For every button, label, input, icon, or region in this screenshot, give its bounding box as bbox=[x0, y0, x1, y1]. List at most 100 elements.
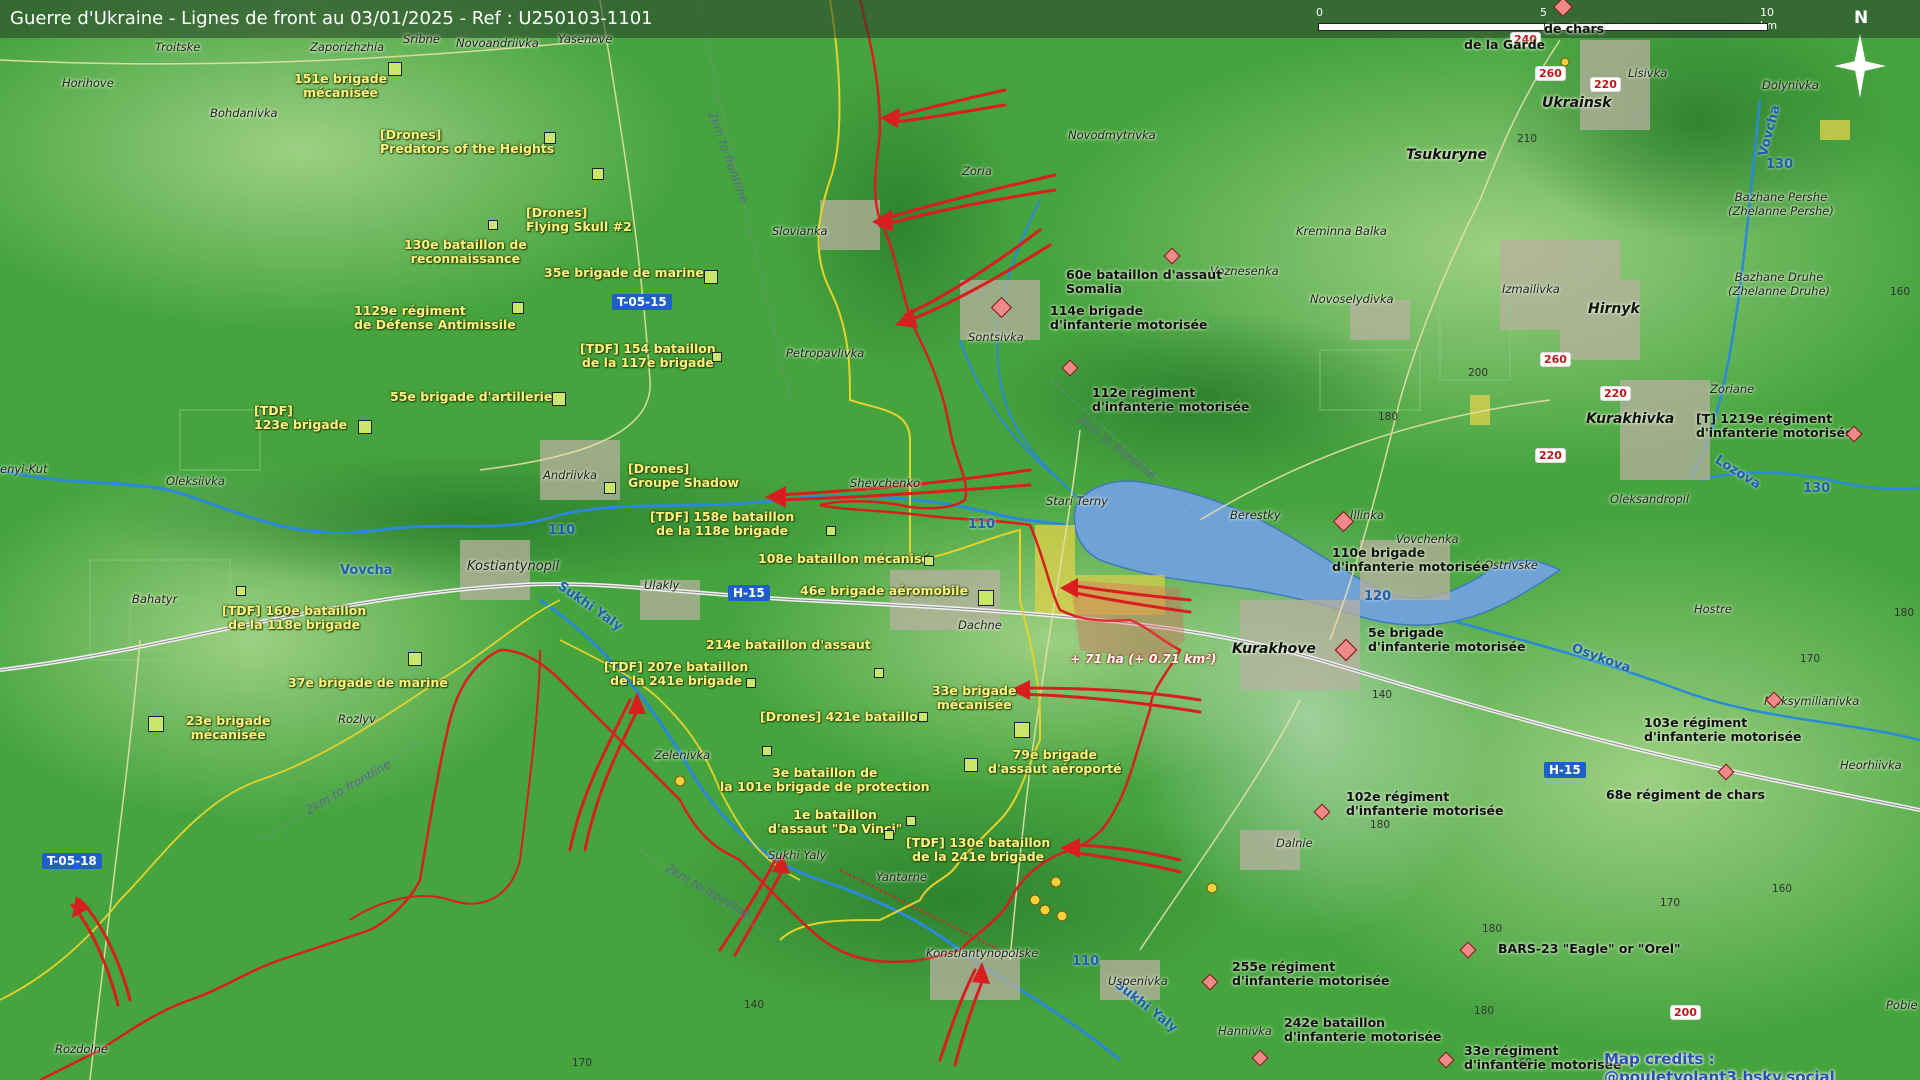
ua-unit-label: 55e brigade d'artillerie bbox=[390, 389, 553, 404]
elevation: 140 bbox=[1372, 689, 1393, 701]
town-label: Andriivka bbox=[543, 468, 598, 482]
town-label: Bazhane Pershe (Zhelanne Pershe) bbox=[1728, 190, 1834, 218]
town-label: Horihove bbox=[62, 76, 114, 90]
ua-unit-square-icon bbox=[712, 352, 722, 362]
elevation: 170 bbox=[572, 1057, 593, 1069]
town-label: Oleksiivka bbox=[166, 474, 225, 488]
ru-unit-label: 242e bataillon d'infanterie motorisée bbox=[1284, 1015, 1442, 1044]
ua-unit-label: 130e bataillon de reconnaissance bbox=[404, 237, 527, 266]
ua-unit-label: 1e bataillon d'assaut "Da Vinci" bbox=[768, 807, 903, 836]
ua-unit-label: 79e brigade d'assaut aéroporté bbox=[988, 747, 1122, 776]
ua-unit-square-icon bbox=[762, 746, 772, 756]
compass-north-label: N bbox=[1854, 8, 1869, 28]
town-label: Lisivka bbox=[1628, 66, 1668, 80]
ua-unit-label: [Drones] Flying Skull #2 bbox=[526, 205, 632, 234]
ru-unit-label: 103e régiment d'infanterie motorisée bbox=[1644, 715, 1802, 744]
ru-unit-label: BARS-23 "Eagle" or "Orel" bbox=[1498, 941, 1681, 956]
ru-unit-label: [T] 1219e régiment d'infanterie motorisé… bbox=[1696, 411, 1854, 440]
town-label: Shevchenko bbox=[850, 476, 921, 490]
town-label: Zaporizhzhia bbox=[310, 40, 385, 54]
road-label-t0518: T-05-18 bbox=[42, 853, 102, 869]
road-number: 220 bbox=[1600, 386, 1631, 401]
scale-bar: 0 5 10 km bbox=[1316, 6, 1777, 36]
town-label: Vovchenka bbox=[1396, 532, 1459, 546]
ua-unit-label: [TDF] 154 bataillon de la 117e brigade bbox=[580, 341, 716, 370]
town-label: Stari Terny bbox=[1046, 494, 1108, 508]
city-label: Kurakhivka bbox=[1586, 411, 1675, 427]
town-label: Petropavlivka bbox=[786, 346, 865, 360]
ru-unit-label: 255e régiment d'infanterie motorisée bbox=[1232, 959, 1390, 988]
ua-unit-square-icon bbox=[964, 758, 978, 772]
town-label: Berestky bbox=[1230, 508, 1281, 522]
town-label: Slovianka bbox=[772, 224, 828, 238]
ua-unit-label: 35e brigade de marine bbox=[544, 265, 704, 280]
town-label: Heorhiivka bbox=[1840, 758, 1902, 772]
contour-number: 130 bbox=[1766, 157, 1794, 172]
town-label: Uspenivka bbox=[1108, 974, 1168, 988]
territory-gain-label: + 71 ha (+ 0.71 km²) bbox=[1070, 651, 1217, 666]
ua-unit-square-icon bbox=[236, 586, 246, 596]
ua-unit-square-icon bbox=[924, 556, 934, 566]
town-label: Ostrivske bbox=[1484, 558, 1539, 572]
scale-label-five: 5 bbox=[1540, 6, 1547, 19]
elevation: 160 bbox=[1772, 883, 1793, 895]
ua-unit-label: 37e brigade de marine bbox=[288, 675, 448, 690]
town-label: Kreminna Balka bbox=[1296, 224, 1387, 238]
ua-unit-square-icon bbox=[906, 816, 916, 826]
ru-unit-label: de la Garde bbox=[1464, 37, 1546, 52]
town-label: Dolynivka bbox=[1762, 78, 1819, 92]
town-label: Rozlyv bbox=[338, 712, 376, 726]
elevation: 180 bbox=[1894, 607, 1915, 619]
ua-unit-label: 46e brigade aéromobile bbox=[800, 583, 969, 598]
elevation: 160 bbox=[1890, 286, 1911, 298]
ru-unit-label: 33e régiment d'infanterie motorisée bbox=[1464, 1043, 1622, 1072]
terrain-layer bbox=[0, 0, 1920, 1080]
ua-unit-label: [TDF] 207e bataillon de la 241e brigade bbox=[604, 659, 749, 688]
ua-unit-square-icon bbox=[544, 132, 556, 144]
map-credits: Map credits : @pouletvolant3.bsky.social bbox=[1604, 1050, 1835, 1080]
town-label: Kostiantynopil bbox=[467, 559, 560, 574]
town-label: Konstiantynopolske bbox=[926, 946, 1039, 960]
town-label: Ulakly bbox=[644, 578, 680, 592]
ru-unit-label: 5e brigade d'infanterie motorisée bbox=[1368, 625, 1526, 654]
town-label: Zoriane bbox=[1710, 382, 1755, 396]
ua-unit-label: [Drones] 421e bataillon bbox=[760, 709, 927, 724]
town-label: Hannivka bbox=[1218, 1024, 1272, 1038]
elevation: 140 bbox=[744, 999, 765, 1011]
contour-number: 120 bbox=[1364, 589, 1392, 604]
elevation: 210 bbox=[1517, 133, 1538, 145]
ua-unit-label: 1129e régiment de Défense Antimissile bbox=[354, 303, 516, 332]
town-label: Bahatyr bbox=[132, 592, 178, 606]
ru-unit-label: 110e brigade d'infanterie motorisée bbox=[1332, 545, 1490, 574]
ua-unit-square-icon bbox=[884, 830, 894, 840]
town-label: Sontsivka bbox=[968, 330, 1024, 344]
map-title: Guerre d'Ukraine - Lignes de front au 03… bbox=[10, 8, 653, 29]
ua-unit-label: 33e brigade mécanisée bbox=[932, 683, 1017, 712]
elevation: 180 bbox=[1474, 1005, 1495, 1017]
scale-label-zero: 0 bbox=[1316, 6, 1323, 19]
road-number: 260 bbox=[1540, 352, 1571, 367]
city-label: Ukrainsk bbox=[1542, 95, 1612, 111]
ua-unit-label: 214e bataillon d'assaut bbox=[706, 637, 871, 652]
ua-unit-square-icon bbox=[488, 220, 498, 230]
road-number: 220 bbox=[1590, 77, 1621, 92]
elevation: 200 bbox=[1468, 367, 1489, 379]
ua-unit-square-icon bbox=[388, 62, 402, 76]
ua-unit-label: 23e brigade mécanisée bbox=[186, 713, 271, 742]
elevation: 180 bbox=[1482, 923, 1503, 935]
ru-unit-label: 68e régiment de chars bbox=[1606, 787, 1765, 802]
ua-unit-square-icon bbox=[408, 652, 422, 666]
contour-number: 110 bbox=[548, 523, 576, 538]
town-label: Sukhi Yaly bbox=[768, 848, 827, 862]
town-label: Novodmytrivka bbox=[1068, 128, 1156, 142]
town-label: Oleksandropil bbox=[1610, 492, 1690, 506]
ru-unit-label: 114e brigade d'infanterie motorisée bbox=[1050, 303, 1208, 332]
ua-unit-square-icon bbox=[604, 482, 616, 494]
town-label: Novoselydivka bbox=[1310, 292, 1394, 306]
river-label: Vovcha bbox=[340, 563, 393, 578]
town-label: Pobie bbox=[1886, 998, 1918, 1012]
city-label: Tsukuryne bbox=[1406, 147, 1487, 163]
map-canvas[interactable]: Guerre d'Ukraine - Lignes de front au 03… bbox=[0, 0, 1920, 1080]
ua-unit-square-icon bbox=[148, 716, 164, 732]
ru-unit-label: 60e bataillon d'assaut Somalia bbox=[1066, 267, 1223, 296]
